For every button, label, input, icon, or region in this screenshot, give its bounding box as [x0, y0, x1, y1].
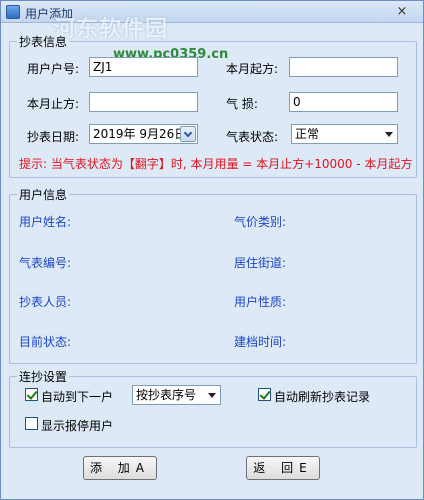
- meter-state-value: 正常: [295, 127, 320, 141]
- add-button[interactable]: 添 加A: [83, 456, 157, 480]
- read-date-label: 抄表日期:: [27, 130, 80, 144]
- created-time-label: 建档时间:: [234, 335, 287, 349]
- meter-no-label: 气表编号:: [19, 256, 72, 270]
- show-stopped-checkbox[interactable]: [25, 417, 38, 430]
- month-end-input[interactable]: [89, 92, 198, 112]
- gas-loss-label: 气 损:: [226, 97, 258, 111]
- user-name-label: 用户姓名:: [19, 215, 72, 229]
- gas-loss-input[interactable]: 0: [289, 92, 398, 112]
- watermark-logo: 河东软件园: [53, 16, 169, 42]
- auto-next-label[interactable]: 自动到下一户: [41, 388, 113, 405]
- user-add-window: 用户添加 × 河东软件园 www.pc0359.cn 抄表信息 用户户号: ZJ…: [0, 0, 424, 500]
- read-date-value: 2019年 9月26日: [93, 127, 187, 141]
- order-value: 按抄表序号: [136, 388, 197, 402]
- app-icon: [6, 5, 20, 19]
- date-dropdown-button[interactable]: [180, 126, 196, 142]
- user-info-legend: 用户信息: [17, 186, 70, 203]
- meter-info-legend: 抄表信息: [17, 33, 70, 50]
- user-id-input[interactable]: ZJ1: [89, 57, 198, 77]
- order-select[interactable]: 按抄表序号: [132, 385, 221, 405]
- month-start-label: 本月起方:: [226, 62, 279, 76]
- back-button[interactable]: 返 回E: [246, 456, 320, 480]
- auto-next-checkbox[interactable]: [25, 388, 38, 401]
- street-label: 居住街道:: [234, 256, 287, 270]
- user-type-label: 用户性质:: [234, 295, 287, 309]
- month-end-label: 本月止方:: [27, 97, 80, 111]
- meter-state-select[interactable]: 正常: [291, 124, 398, 144]
- price-type-label: 气价类别:: [234, 215, 287, 229]
- chevron-down-icon: [183, 128, 193, 138]
- month-start-input[interactable]: [289, 57, 398, 77]
- user-id-label: 用户户号:: [27, 62, 80, 76]
- status-label: 目前状态:: [19, 335, 72, 349]
- reader-label: 抄表人员:: [19, 295, 72, 309]
- meter-state-label: 气表状态:: [226, 130, 279, 144]
- dropdown-arrow-icon: [385, 132, 393, 137]
- close-button[interactable]: ×: [387, 3, 417, 21]
- continuous-legend: 连抄设置: [17, 368, 70, 385]
- dropdown-arrow-icon: [208, 393, 216, 398]
- auto-refresh-checkbox[interactable]: [258, 388, 271, 401]
- read-date-picker[interactable]: 2019年 9月26日: [89, 124, 198, 144]
- auto-refresh-label[interactable]: 自动刷新抄表记录: [274, 388, 370, 405]
- usage-hint: 提示: 当气表状态为【翻字】时, 本月用量 = 本月止方+10000 - 本月起…: [19, 157, 413, 171]
- show-stopped-label[interactable]: 显示报停用户: [41, 417, 113, 434]
